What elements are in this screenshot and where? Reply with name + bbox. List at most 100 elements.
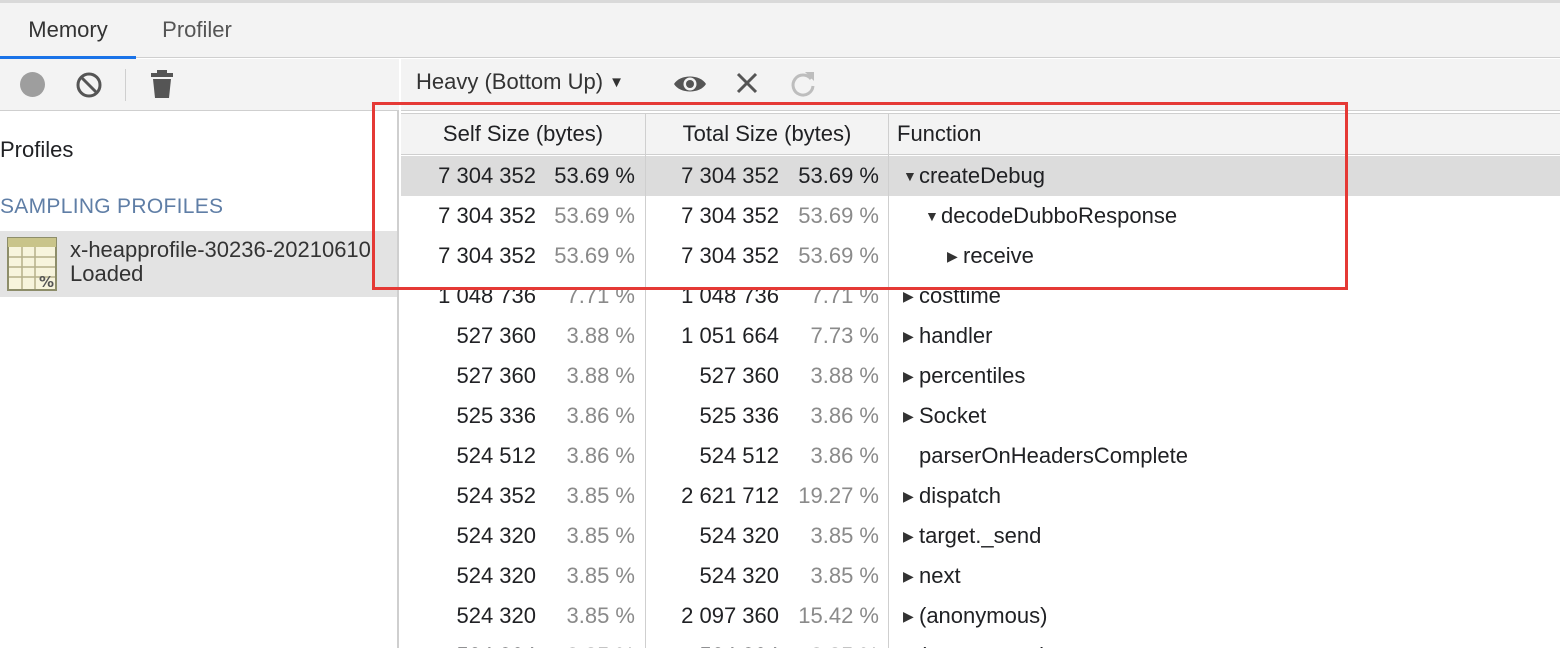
collapsed-triangle-icon[interactable]: ▶ [903, 316, 919, 356]
view-mode-select[interactable]: Heavy (Bottom Up) ▼ [416, 69, 624, 95]
expanded-triangle-icon[interactable]: ▼ [925, 196, 941, 236]
total-size-value: 524 320 [699, 563, 779, 588]
self-size-percent: 7.71 % [566, 283, 636, 308]
total-size-percent: 53.69 % [798, 203, 879, 228]
eye-icon[interactable] [673, 71, 707, 97]
collapsed-triangle-icon[interactable]: ▶ [903, 276, 919, 316]
table-row[interactable]: 524 3043.85 %524 3043.85 %▶(anonymous) [401, 636, 1560, 648]
grid-rows: 7 304 352 53.69 % 7 304 352 53.69 % ▼createD… [401, 156, 1560, 648]
self-size-percent: 3.85 % [566, 563, 636, 588]
self-size-percent: 3.88 % [566, 323, 636, 348]
table-row[interactable]: 524 352 3.85 % 2 621 712 19.27 % ▶ dispatch [401, 476, 1560, 516]
collapsed-triangle-icon[interactable]: ▶ [903, 356, 919, 396]
self-size-percent: 3.85 % [566, 603, 636, 628]
function-name: Socket [919, 403, 987, 428]
trash-icon[interactable] [150, 69, 174, 99]
function-cell: ▼createDebug [897, 156, 1045, 196]
self-size-value: 7 304 352 [438, 243, 536, 268]
function-name: next [919, 563, 961, 588]
profiles-heading: Profiles [0, 137, 74, 162]
self-size-value: 7 304 352 [438, 163, 536, 188]
total-size-value: 7 304 352 [681, 163, 779, 188]
sidebar-toolbar [0, 59, 399, 111]
function-cell: ▶ handler [897, 316, 992, 356]
tab-memory[interactable]: Memory [0, 3, 136, 59]
collapsed-triangle-icon[interactable]: ▶ [903, 596, 919, 636]
clear-all-icon[interactable] [75, 71, 103, 99]
function-name: receive [963, 243, 1034, 268]
function-cell: ▶ receive [897, 236, 1034, 276]
grid-header: Self Size (bytes) Total Size (bytes) Fun… [401, 113, 1560, 155]
function-cell: ▶(anonymous) [897, 636, 1047, 648]
table-row[interactable]: 7 304 352 53.69 % 7 304 352 53.69 % ▼decodeD… [401, 196, 1560, 236]
total-size-value: 2 097 360 [681, 603, 779, 628]
sampling-profiles-heading: SAMPLING PROFILES [0, 195, 224, 218]
total-size-value: 7 304 352 [681, 243, 779, 268]
total-size-percent: 15.42 % [798, 603, 879, 628]
table-row[interactable]: 524 320 3.85 % 524 320 3.85 % ▶ target._send [401, 516, 1560, 556]
table-row[interactable]: 524 320 3.85 % 524 320 3.85 % ▶ next [401, 556, 1560, 596]
column-header-self-size[interactable]: Self Size (bytes) [401, 114, 645, 155]
self-size-percent: 3.85 % [566, 523, 636, 548]
function-name: costtime [919, 283, 1001, 308]
table-row[interactable]: 524 320 3.85 % 2 097 360 15.42 % ▶ (anonymous… [401, 596, 1560, 636]
self-size-value: 524 352 [456, 483, 536, 508]
column-divider [888, 113, 889, 648]
total-size-value: 525 336 [699, 403, 779, 428]
tab-profiler[interactable]: Profiler [136, 3, 258, 58]
self-size-percent: 3.85 % [566, 483, 636, 508]
total-size-value: 1 048 736 [681, 283, 779, 308]
table-row[interactable]: 527 360 3.88 % 527 360 3.88 % ▶ percentiles [401, 356, 1560, 396]
self-size-value: 524 320 [456, 523, 536, 548]
record-icon[interactable] [20, 72, 45, 97]
self-size-percent: 3.86 % [566, 443, 636, 468]
table-row[interactable]: 7 304 352 53.69 % 7 304 352 53.69 % ▶ receive [401, 236, 1560, 276]
function-name: parserOnHeadersComplete [919, 443, 1189, 468]
svg-text:%: % [39, 273, 54, 291]
collapsed-triangle-icon[interactable]: ▶ [903, 556, 919, 596]
self-size-value: 527 360 [456, 363, 536, 388]
profiles-sidebar: Profiles SAMPLING PROFILES % x-heapprofi… [0, 59, 399, 648]
toolbar-separator [125, 69, 126, 101]
close-icon[interactable] [735, 71, 759, 95]
self-size-value: 527 360 [456, 323, 536, 348]
total-size-percent: 3.86 % [810, 443, 880, 468]
total-size-percent: 7.71 % [810, 283, 880, 308]
self-size-percent: 53.69 % [554, 163, 635, 188]
reload-icon[interactable] [789, 70, 817, 98]
collapsed-triangle-icon[interactable]: ▶ [903, 396, 919, 436]
table-row[interactable]: 525 336 3.86 % 525 336 3.86 % ▶ Socket [401, 396, 1560, 436]
column-header-total-size[interactable]: Total Size (bytes) [646, 114, 888, 155]
self-size-percent: 3.88 % [566, 363, 636, 388]
collapsed-triangle-icon[interactable]: ▶ [903, 636, 919, 648]
table-row[interactable]: 527 360 3.88 % 1 051 664 7.73 % ▶ handler [401, 316, 1560, 356]
self-size-percent: 53.69 % [554, 243, 635, 268]
collapsed-triangle-icon[interactable]: ▶ [947, 236, 963, 276]
profile-data-grid: Self Size (bytes) Total Size (bytes) Fun… [401, 113, 1560, 648]
total-size-value: 524 320 [699, 523, 779, 548]
collapsed-triangle-icon[interactable]: ▶ [903, 476, 919, 516]
total-size-value: 2 621 712 [681, 483, 779, 508]
view-mode-label: Heavy (Bottom Up) [416, 69, 604, 94]
total-size-percent: 3.85 % [810, 523, 880, 548]
expanded-triangle-icon[interactable]: ▼ [903, 156, 919, 196]
function-name: target._send [919, 523, 1042, 548]
table-row[interactable]: 524 512 3.86 % 524 512 3.86 % parserOnHeader… [401, 436, 1560, 476]
table-row[interactable]: 7 304 352 53.69 % 7 304 352 53.69 % ▼createD… [401, 156, 1560, 196]
column-header-function[interactable]: Function [897, 114, 1497, 155]
total-size-percent: 3.85 % [779, 636, 880, 648]
profile-list-item[interactable]: % x-heapprofile-30236-20210610 Loaded [0, 231, 397, 297]
self-size-value: 1 048 736 [438, 283, 536, 308]
self-size-value: 524 304 [456, 636, 536, 648]
total-size-percent: 3.86 % [810, 403, 880, 428]
total-size-percent: 3.88 % [810, 363, 880, 388]
function-cell: parserOnHeadersComplete [897, 436, 1188, 476]
collapsed-triangle-icon[interactable]: ▶ [903, 516, 919, 556]
function-name: (anonymous) [919, 643, 1047, 648]
function-name: handler [919, 323, 993, 348]
self-size-value: 524 320 [456, 563, 536, 588]
total-size-value: 7 304 352 [681, 203, 779, 228]
function-cell: ▶ costtime [897, 276, 1001, 316]
table-row[interactable]: 1 048 736 7.71 % 1 048 736 7.71 % ▶ costtime [401, 276, 1560, 316]
function-name: decodeDubboResponse [941, 203, 1178, 228]
